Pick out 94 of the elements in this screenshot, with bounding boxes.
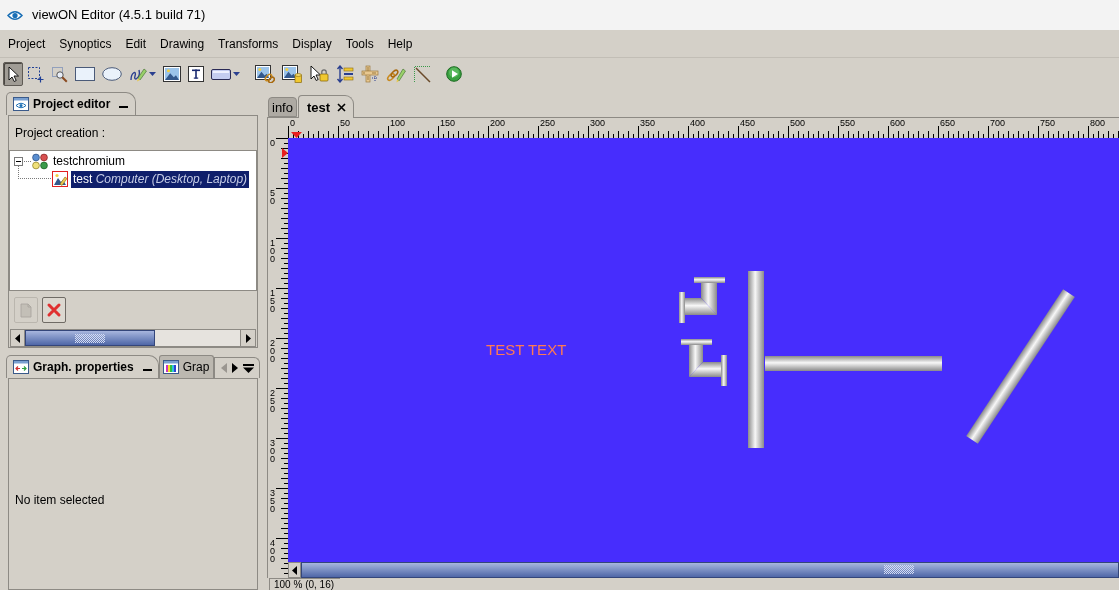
panel-caption: Project creation : — [15, 126, 106, 140]
tool-button[interactable] — [252, 62, 278, 86]
elbow-pipe — [679, 277, 725, 323]
button-shape-icon — [211, 68, 231, 80]
picture-pen-icon — [52, 171, 68, 187]
ruler-label: 100 — [270, 239, 276, 263]
tool-button[interactable] — [279, 62, 305, 86]
eye-window-icon — [13, 97, 29, 111]
menu-item[interactable]: Project — [1, 32, 53, 55]
ruler-label: 150 — [440, 119, 456, 128]
status-text: 100 % (0, 16) — [269, 578, 341, 590]
ruler-label: 300 — [590, 119, 606, 128]
scrollbar-thumb[interactable] — [25, 330, 155, 346]
panel-tab[interactable]: Graph. properties — [6, 355, 159, 378]
text-tool-icon — [188, 66, 204, 82]
ruler-label: 500 — [790, 119, 806, 128]
play-icon — [446, 66, 462, 82]
ruler-label: 250 — [270, 389, 276, 413]
window-title: viewON Editor (4.5.1 build 71) — [32, 7, 206, 23]
new-page-icon — [18, 302, 34, 318]
image-icon — [163, 66, 181, 82]
curve-pen-icon — [129, 66, 147, 82]
ruler-label: 350 — [640, 119, 656, 128]
tool-button[interactable] — [3, 62, 23, 86]
scroll-left-button[interactable] — [288, 562, 301, 578]
right-arrow-icon[interactable] — [231, 363, 238, 373]
panel-message: No item selected — [15, 493, 105, 507]
delete-button[interactable] — [42, 297, 66, 323]
cursor-lock-icon — [309, 65, 329, 83]
delete-icon — [46, 302, 62, 318]
left-arrow-icon — [15, 333, 20, 343]
vertical-spacing-icon — [336, 65, 354, 83]
grip-icon — [884, 565, 914, 574]
grip-icon — [75, 333, 105, 343]
ruler-label: 350 — [270, 489, 276, 513]
tree-connector — [18, 165, 51, 179]
diagonal-line-icon — [413, 65, 431, 83]
menu-item[interactable]: Transforms — [211, 32, 286, 55]
ruler-label: 750 — [1040, 119, 1056, 128]
menu-item[interactable]: Synoptics — [52, 32, 119, 55]
dashed-rectangle-icon — [27, 65, 44, 83]
ruler-label: 0 — [270, 139, 276, 147]
zoom-area-icon — [51, 65, 68, 83]
ruler-label: 100 — [390, 119, 406, 128]
elbow-pipe — [681, 339, 727, 386]
ruler-label: 200 — [270, 339, 276, 363]
collapse-icon[interactable] — [14, 156, 23, 166]
editor-tab[interactable]: info — [268, 97, 297, 117]
tree-connector — [24, 160, 31, 162]
ruler-label: 250 — [540, 119, 556, 128]
scrollbar-thumb[interactable] — [301, 562, 1119, 578]
color-bars-icon — [162, 360, 179, 374]
menu-item[interactable]: Display — [285, 32, 339, 55]
menu-item[interactable]: Help — [380, 32, 420, 55]
panel-tab[interactable]: Grap — [158, 355, 215, 378]
ellipse-icon — [102, 67, 122, 81]
ruler-label: 0 — [290, 119, 295, 128]
arrows-window-icon — [13, 360, 29, 374]
minimize-icon[interactable] — [142, 369, 152, 371]
ruler-label: 300 — [270, 439, 276, 463]
ruler-label: 600 — [890, 119, 906, 128]
eye-icon — [7, 9, 23, 21]
left-arrow-icon — [292, 565, 297, 575]
close-icon[interactable] — [337, 102, 347, 112]
image-database-icon — [282, 65, 302, 83]
ruler-label: 150 — [270, 289, 276, 313]
right-arrow-icon — [245, 333, 251, 343]
pointer-icon — [6, 66, 20, 82]
canvas-text: TEST TEXT — [486, 341, 567, 358]
ruler-icon — [361, 65, 379, 83]
tree-item[interactable]: testchromium — [51, 152, 128, 170]
image-link-icon — [255, 65, 275, 83]
menu-caret-icon[interactable] — [242, 363, 254, 373]
ruler-label: 450 — [740, 119, 756, 128]
ruler-label: 200 — [490, 119, 506, 128]
ruler-label: 800 — [1090, 119, 1106, 128]
editor-tab[interactable]: test — [297, 95, 355, 118]
panel-tab[interactable]: Project editor — [6, 92, 137, 115]
menu-item[interactable]: Tools — [338, 32, 381, 55]
colored-circles-icon — [32, 152, 48, 170]
ruler-label: 400 — [270, 539, 276, 563]
scroll-left-button[interactable] — [10, 329, 25, 347]
menu-item[interactable]: Drawing — [153, 32, 212, 55]
ruler-label: 650 — [940, 119, 956, 128]
tree-item[interactable]: test Computer (Desktop, Laptop) — [71, 170, 250, 188]
ruler-label: 50 — [340, 119, 350, 128]
minimize-icon[interactable] — [119, 106, 129, 108]
scroll-right-button[interactable] — [240, 329, 256, 347]
ruler-label: 400 — [690, 119, 706, 128]
rectangle-icon — [75, 67, 95, 81]
menu-item[interactable]: Edit — [118, 32, 154, 55]
ruler-label: 50 — [270, 189, 276, 205]
ruler-label: 700 — [990, 119, 1006, 128]
ruler-label: 550 — [840, 119, 856, 128]
